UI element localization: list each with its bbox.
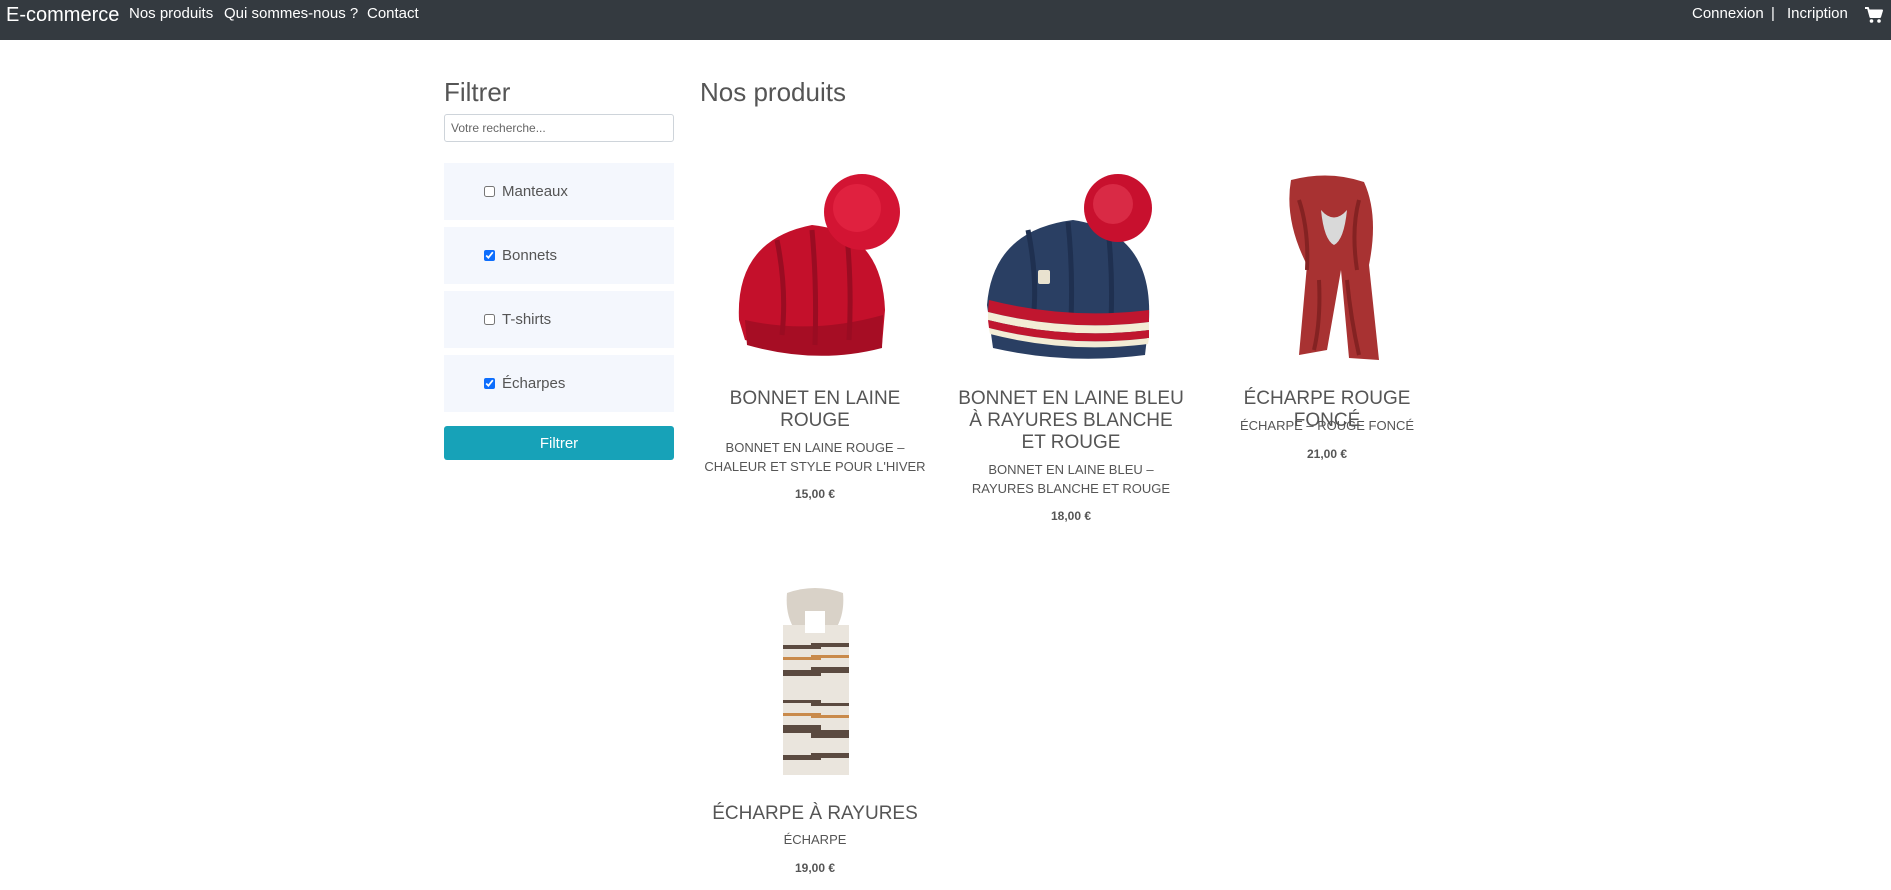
product-name[interactable]: BONNET EN LAINE ROUGE xyxy=(700,388,930,432)
category-echarpes[interactable]: Écharpes xyxy=(444,355,674,412)
product-name[interactable]: ÉCHARPE À RAYURES xyxy=(700,803,930,825)
category-checkbox-echarpes[interactable] xyxy=(484,378,495,389)
category-checkbox-manteaux[interactable] xyxy=(484,186,495,197)
category-manteaux[interactable]: Manteaux xyxy=(444,163,674,220)
product-image-red-scarf[interactable] xyxy=(1229,170,1425,366)
login-link[interactable]: Connexion xyxy=(1692,6,1764,22)
page-title: Nos produits xyxy=(700,77,846,107)
category-tshirts[interactable]: T-shirts xyxy=(444,291,674,348)
search-input[interactable] xyxy=(444,114,674,142)
filter-title: Filtrer xyxy=(444,77,511,107)
filter-button[interactable]: Filtrer xyxy=(444,426,674,460)
top-navbar: E-commerce Nos produits Qui sommes-nous … xyxy=(0,0,1891,40)
product-price: 19,00 € xyxy=(794,861,836,875)
product-image-blue-beanie[interactable] xyxy=(973,170,1169,366)
nav-link-products[interactable]: Nos produits xyxy=(129,6,213,22)
product-price: 21,00 € xyxy=(1306,447,1348,461)
product-price: 18,00 € xyxy=(1050,509,1092,523)
cart-icon[interactable] xyxy=(1864,6,1884,24)
category-checkbox-tshirts[interactable] xyxy=(484,314,495,325)
brand-link[interactable]: E-commerce xyxy=(6,4,119,26)
category-label: Bonnets xyxy=(502,247,558,264)
product-price: 15,00 € xyxy=(794,487,836,501)
category-label: T-shirts xyxy=(502,311,552,328)
product-card[interactable]: ÉCHARPE ROUGE FONCÉ ÉCHARPE – ROUGE FONC… xyxy=(1212,170,1442,470)
product-name[interactable]: BONNET EN LAINE BLEU À RAYURES BLANCHE E… xyxy=(956,388,1186,454)
product-description: BONNET EN LAINE BLEU – RAYURES BLANCHE E… xyxy=(971,462,1171,496)
product-image-striped-scarf[interactable] xyxy=(717,585,913,781)
nav-separator: | xyxy=(1771,5,1775,22)
category-label: Manteaux xyxy=(502,183,568,200)
product-card[interactable]: BONNET EN LAINE BLEU À RAYURES BLANCHE E… xyxy=(956,170,1186,530)
category-checkbox-bonnets[interactable] xyxy=(484,250,495,261)
product-card[interactable]: ÉCHARPE À RAYURES ÉCHARPE 19,00 € xyxy=(700,585,930,885)
product-description: BONNET EN LAINE ROUGE – CHALEUR ET STYLE… xyxy=(704,440,926,474)
register-link[interactable]: Incription xyxy=(1787,6,1848,22)
product-description: ÉCHARPE – ROUGE FONCÉ xyxy=(1239,418,1415,433)
nav-link-about[interactable]: Qui sommes-nous ? xyxy=(224,6,358,22)
category-label: Écharpes xyxy=(502,375,566,392)
product-card[interactable]: BONNET EN LAINE ROUGE BONNET EN LAINE RO… xyxy=(700,170,930,510)
nav-link-contact[interactable]: Contact xyxy=(367,6,419,22)
category-bonnets[interactable]: Bonnets xyxy=(444,227,674,284)
product-description: ÉCHARPE xyxy=(783,832,847,847)
product-image-red-beanie[interactable] xyxy=(717,170,913,366)
